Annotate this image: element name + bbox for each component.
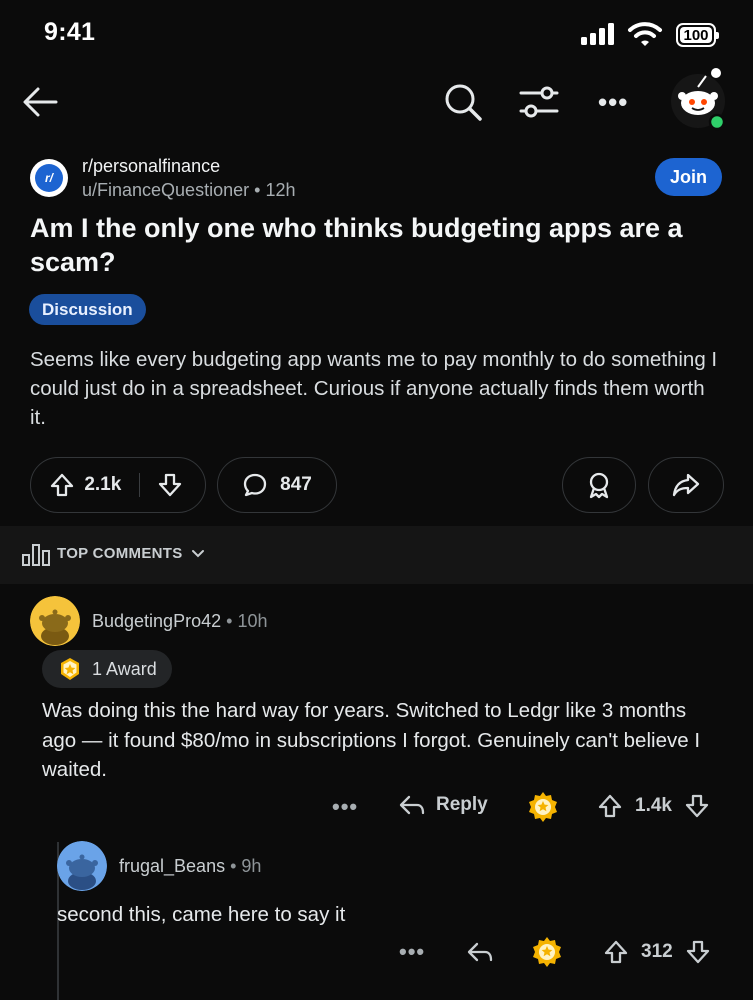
comments-button[interactable]: 847 xyxy=(217,457,337,513)
comment-age: 10h xyxy=(237,611,268,631)
signal-icon xyxy=(581,22,617,46)
user-avatar[interactable] xyxy=(668,67,728,131)
comment-username[interactable]: frugal_Beans xyxy=(119,856,225,876)
reply-icon xyxy=(398,793,426,817)
upvote-icon[interactable] xyxy=(597,793,623,819)
search-icon[interactable] xyxy=(443,82,483,122)
award-medal-icon xyxy=(58,657,82,681)
comment-more-icon[interactable]: ••• xyxy=(399,939,425,965)
comment-icon xyxy=(242,472,268,498)
comment-author-line: frugal_Beans • 9h xyxy=(119,856,261,877)
subreddit-icon-glyph: r/ xyxy=(35,164,63,192)
downvote-icon[interactable] xyxy=(685,939,711,965)
award-icon xyxy=(585,471,613,499)
vote-divider xyxy=(138,473,140,497)
chevron-down-icon xyxy=(191,549,205,559)
comment-vote-bar: 1.4k xyxy=(597,793,710,819)
join-button[interactable]: Join xyxy=(655,158,722,196)
comment-score: 1.4k xyxy=(635,795,672,816)
status-time: 9:41 xyxy=(44,18,96,46)
meta-separator: • xyxy=(230,856,242,876)
meta-separator: • xyxy=(254,180,266,200)
comment-author-line: BudgetingPro42 • 10h xyxy=(92,611,267,632)
upvote-icon[interactable] xyxy=(49,472,75,498)
comment-vote-bar: 312 xyxy=(603,939,711,965)
share-button[interactable] xyxy=(648,457,724,513)
subreddit-name[interactable]: r/personalfinance xyxy=(82,156,220,177)
reply-icon[interactable] xyxy=(466,940,494,964)
comment-age: 9h xyxy=(241,856,262,876)
post-score: 2.1k xyxy=(84,474,122,495)
comment-count: 847 xyxy=(280,474,312,495)
post-meta: u/FinanceQuestioner • 12h xyxy=(82,180,295,201)
filter-icon[interactable] xyxy=(518,84,560,120)
post-age: 12h xyxy=(265,180,296,200)
award-badge[interactable]: 1 Award xyxy=(42,650,172,688)
post-flair[interactable]: Discussion xyxy=(29,294,146,325)
award-count: 1 Award xyxy=(92,658,157,679)
sort-label: TOP COMMENTS xyxy=(57,545,183,562)
comment-score: 312 xyxy=(641,941,673,962)
more-icon[interactable]: ••• xyxy=(598,87,628,118)
back-arrow-icon[interactable] xyxy=(20,82,60,122)
reply-label: Reply xyxy=(436,794,488,815)
share-icon xyxy=(672,472,700,498)
downvote-icon[interactable] xyxy=(684,793,710,819)
upvote-icon[interactable] xyxy=(603,939,629,965)
post-title: Am I the only one who thinks budgeting a… xyxy=(30,213,683,277)
award-button[interactable] xyxy=(562,457,636,513)
reply-button[interactable]: Reply xyxy=(398,793,488,817)
post-author[interactable]: u/FinanceQuestioner xyxy=(82,180,249,200)
meta-separator: • xyxy=(226,611,238,631)
vote-bar: 2.1k xyxy=(30,457,206,513)
subreddit-icon[interactable]: r/ xyxy=(30,159,68,197)
wifi-icon xyxy=(627,21,663,47)
award-icon[interactable] xyxy=(531,936,563,968)
award-icon[interactable] xyxy=(527,791,559,823)
comment-more-icon[interactable]: ••• xyxy=(332,794,358,820)
battery-indicator: 100 xyxy=(676,23,719,47)
sort-dropdown[interactable]: TOP COMMENTS xyxy=(57,545,205,562)
post-body: Seems like every budgeting app wants me … xyxy=(30,348,718,429)
sort-icon xyxy=(22,543,50,567)
avatar[interactable] xyxy=(30,596,80,646)
comment-body: second this, came here to say it xyxy=(57,903,346,926)
avatar[interactable] xyxy=(57,841,107,891)
comment-body: Was doing this the hard way for years. S… xyxy=(42,699,701,781)
comment-username[interactable]: BudgetingPro42 xyxy=(92,611,221,631)
downvote-icon[interactable] xyxy=(157,472,183,498)
